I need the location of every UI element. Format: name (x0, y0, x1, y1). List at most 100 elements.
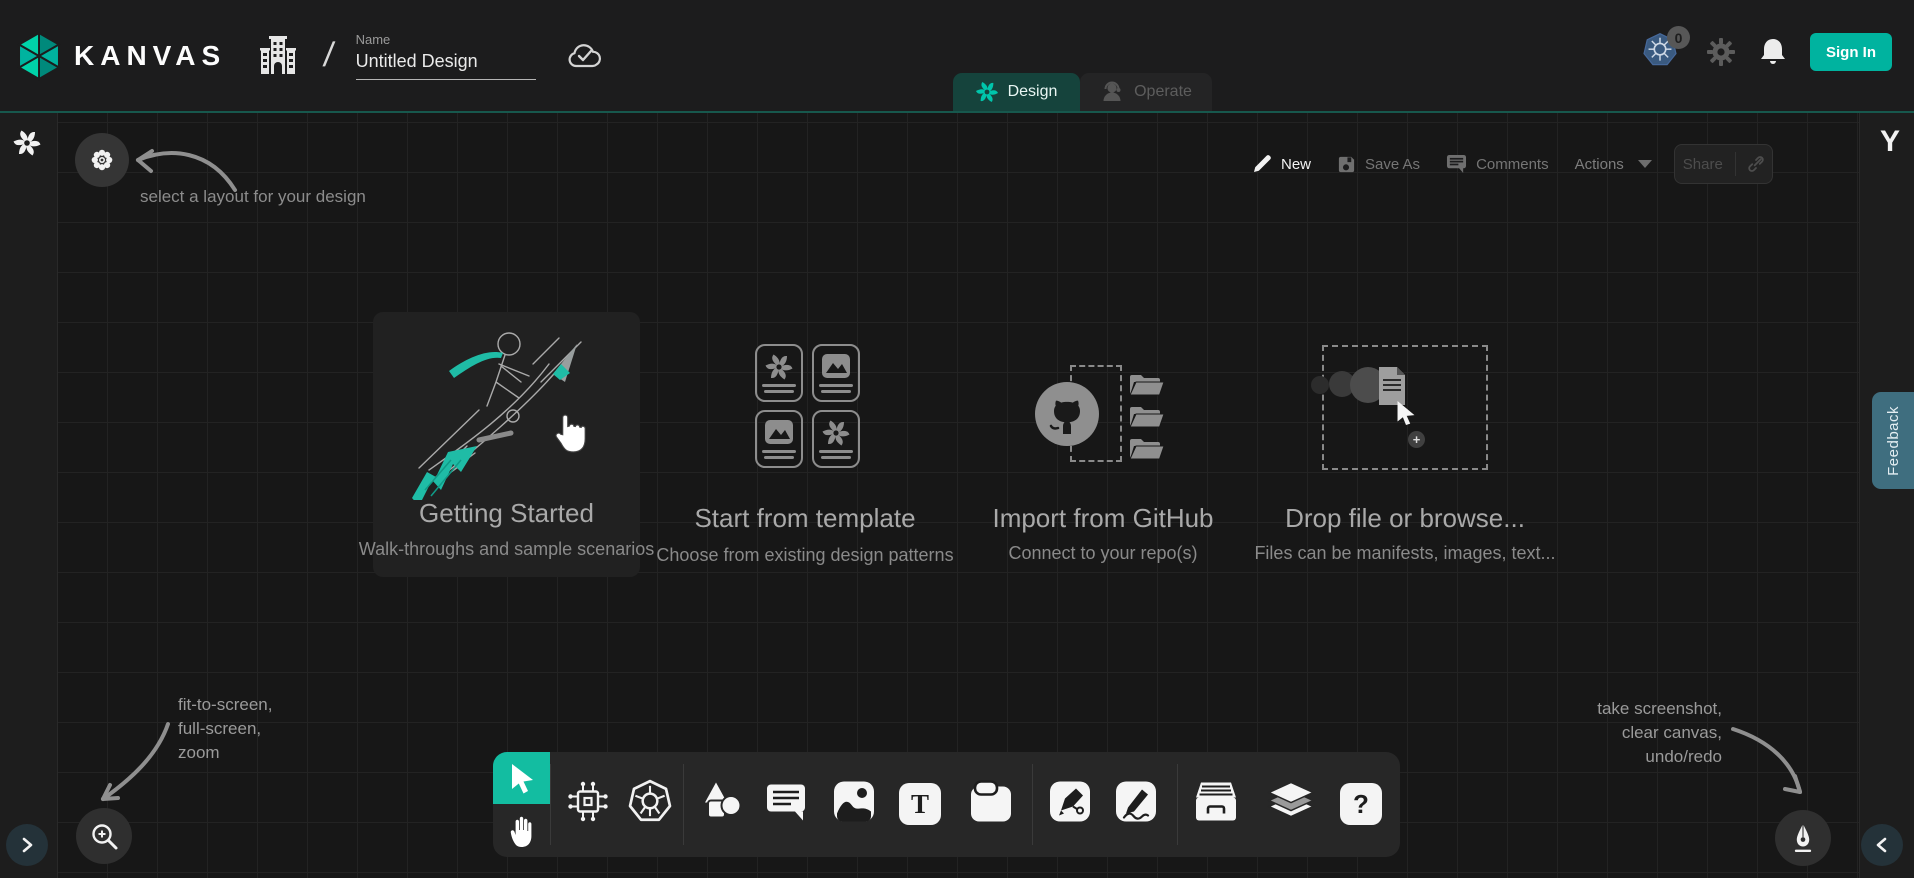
save-as-button[interactable]: Save As (1337, 155, 1420, 174)
pencil-draw-tool[interactable] (1115, 781, 1157, 828)
drop-circle (1311, 376, 1329, 394)
note-tool[interactable] (969, 780, 1013, 829)
plus-icon: + (1408, 431, 1425, 448)
pan-tool[interactable] (493, 804, 550, 857)
feedback-tab[interactable]: Feedback (1872, 392, 1914, 489)
settings-gear-icon[interactable] (1706, 37, 1736, 67)
left-rail (0, 113, 58, 878)
comment-tool[interactable] (764, 781, 808, 828)
share-button[interactable]: Share (1674, 144, 1773, 184)
right-rail (1859, 113, 1914, 878)
save-icon (1337, 155, 1356, 174)
brand-wordmark: KANVAS (74, 40, 226, 72)
components-tool[interactable] (565, 779, 611, 830)
layout-hint-text: select a layout for your design (140, 187, 366, 207)
expand-left-panel-button[interactable] (6, 824, 48, 866)
tab-operate-label: Operate (1134, 83, 1192, 101)
sign-in-button[interactable]: Sign In (1810, 33, 1892, 71)
text-tool-tile: T (899, 783, 941, 825)
folder-icon (1128, 403, 1164, 429)
layer5-y-icon[interactable]: Y (1880, 125, 1900, 159)
comments-button[interactable]: Comments (1446, 154, 1549, 174)
magnifier-plus-icon (89, 821, 119, 851)
help-glyph: ? (1353, 789, 1369, 820)
image-tool[interactable] (833, 781, 875, 828)
freehand-pen-button[interactable] (1775, 810, 1831, 866)
breadcrumb-slash: / (321, 36, 336, 75)
meshery-spiral-icon[interactable] (13, 129, 41, 157)
header-left: KANVAS (16, 0, 606, 111)
comments-icon (1446, 154, 1467, 174)
card-getting-started[interactable] (373, 312, 640, 577)
kanvas-logo-icon[interactable] (16, 31, 62, 81)
zoom-hint-arrow (95, 718, 180, 810)
template-image-icon (764, 419, 794, 445)
share-label: Share (1683, 156, 1723, 173)
new-button[interactable]: New (1252, 154, 1311, 174)
card-drop-file-title: Drop file or browse... (1255, 503, 1555, 534)
dock-divider (683, 764, 684, 845)
drawer-tool[interactable] (1193, 781, 1239, 828)
screenshot-hint-arrow (1725, 723, 1815, 803)
share-divider (1735, 152, 1736, 176)
chevron-down-icon (1638, 160, 1652, 168)
tab-design[interactable]: Design (953, 73, 1080, 111)
layers-tool[interactable] (1267, 781, 1315, 828)
notifications-bell-icon[interactable] (1760, 37, 1786, 67)
actions-label: Actions (1575, 156, 1624, 173)
note-icon (969, 780, 1013, 824)
template-spiral-icon (765, 353, 793, 381)
template-tile (812, 410, 860, 468)
layout-select-button[interactable] (75, 133, 129, 187)
design-name-block: Name (356, 32, 536, 80)
card-getting-started-subtitle: Walk-throughs and sample scenarios (348, 539, 665, 560)
card-drop-file-subtitle: Files can be manifests, images, text... (1250, 543, 1560, 564)
circuit-icon (565, 779, 611, 825)
header: KANVAS (0, 0, 1914, 111)
actions-dropdown[interactable]: Actions (1575, 156, 1652, 173)
card-start-template-title: Start from template (655, 503, 955, 534)
design-name-input[interactable] (356, 51, 536, 80)
feedback-label: Feedback (1885, 406, 1902, 476)
expand-right-panel-button[interactable] (1861, 824, 1903, 866)
cursor-hand-pointer (551, 410, 591, 454)
kubernetes-wheel-icon (627, 779, 673, 825)
pen-tool-icon (1049, 781, 1091, 823)
operate-headset-icon (1100, 80, 1124, 104)
design-spiral-icon (976, 81, 998, 103)
help-tool[interactable]: ? (1340, 783, 1382, 825)
template-tile (812, 344, 860, 402)
image-icon (833, 781, 875, 823)
template-tile (755, 410, 803, 468)
kubernetes-context[interactable]: 0 (1642, 32, 1682, 72)
cursor-select-icon (507, 761, 537, 795)
tab-design-label: Design (1008, 83, 1058, 101)
comments-label: Comments (1476, 156, 1549, 173)
layout-flower-icon (89, 147, 115, 173)
canvas-toolbar: New Save As Comments (1252, 143, 1773, 185)
layers-icon (1267, 781, 1315, 823)
tools-dock: T (493, 752, 1400, 857)
new-label: New (1281, 156, 1311, 173)
template-tile (755, 344, 803, 402)
hand-pan-icon (507, 814, 537, 848)
tab-operate[interactable]: Operate (1080, 73, 1212, 111)
card-import-github-subtitle: Connect to your repo(s) (963, 543, 1243, 564)
help-tool-tile: ? (1340, 783, 1382, 825)
organization-icon[interactable] (258, 34, 298, 78)
zoom-button[interactable] (76, 808, 132, 864)
shapes-tool[interactable] (699, 779, 745, 830)
card-start-template-subtitle: Choose from existing design patterns (645, 545, 965, 566)
text-tool[interactable]: T (899, 783, 941, 825)
comment-icon (764, 781, 808, 823)
pencil-draw-icon (1115, 781, 1157, 823)
card-import-github-title: Import from GitHub (953, 503, 1253, 534)
dock-divider (550, 764, 551, 845)
pen-nib-icon (1789, 822, 1817, 854)
dock-divider (1032, 764, 1033, 845)
k8s-count-badge: 0 (1667, 26, 1690, 49)
select-tool[interactable] (493, 752, 550, 804)
pen-path-tool[interactable] (1049, 781, 1091, 828)
kubernetes-tool[interactable] (627, 779, 673, 830)
design-canvas[interactable]: Y New Save As (0, 111, 1914, 878)
